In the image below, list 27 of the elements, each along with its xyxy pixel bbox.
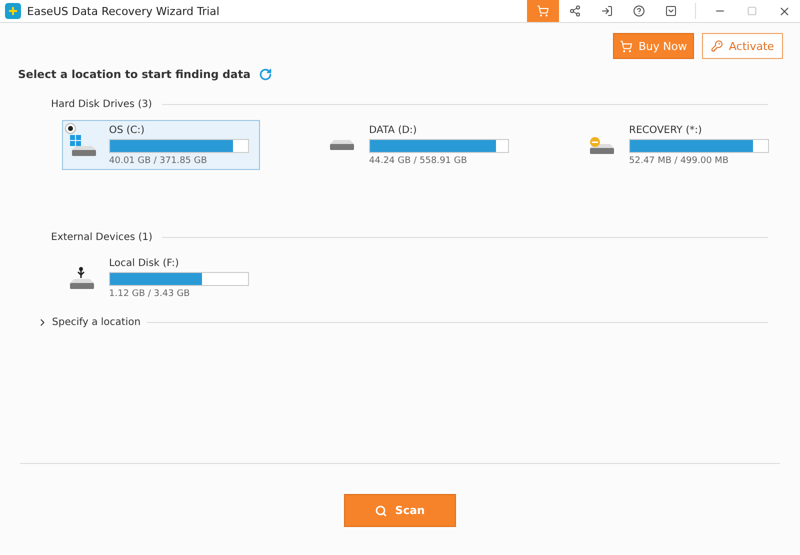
drive-card[interactable]: DATA (D:) 44.24 GB / 558.91 GB xyxy=(322,120,520,170)
section-title: Hard Disk Drives (3) xyxy=(51,99,152,110)
drive-usage: 52.47 MB / 499.00 MB xyxy=(629,156,730,166)
recovery-drive-icon xyxy=(589,136,615,154)
drive-usage: 40.01 GB / 371.85 GB xyxy=(109,156,208,166)
drive-usage: 44.24 GB / 558.91 GB xyxy=(369,156,468,166)
drive-usage: 1.12 GB / 3.43 GB xyxy=(109,288,191,298)
drive-card[interactable]: OS (C:) 40.01 GB / 371.85 GB xyxy=(62,120,260,170)
drive-name: OS (C:) xyxy=(109,124,146,136)
drive-name: DATA (D:) xyxy=(369,124,418,136)
drive-card[interactable]: RECOVERY (*:) 52.47 MB / 499.00 MB xyxy=(582,120,780,170)
app-logo-icon xyxy=(5,3,21,19)
drive-name: RECOVERY (*:) xyxy=(629,124,703,136)
drive-icon xyxy=(329,139,355,151)
key-icon xyxy=(710,40,723,52)
search-icon xyxy=(375,504,388,516)
windows-drive-icon xyxy=(69,134,97,156)
cart-icon xyxy=(620,40,633,52)
drive-card[interactable]: Local Disk (F:) 1.12 GB / 3.43 GB xyxy=(62,253,260,303)
page-heading: Select a location to start finding data xyxy=(18,68,251,81)
radio-button[interactable] xyxy=(65,123,76,134)
refresh-icon[interactable] xyxy=(258,68,272,81)
usb-drive-icon xyxy=(69,266,95,290)
drive-name: Local Disk (F:) xyxy=(109,258,180,268)
window-title: EaseUS Data Recovery Wizard Trial xyxy=(27,4,220,18)
specify-location-toggle[interactable]: Specify a location xyxy=(37,317,141,328)
section-title: External Devices (1) xyxy=(51,232,152,243)
